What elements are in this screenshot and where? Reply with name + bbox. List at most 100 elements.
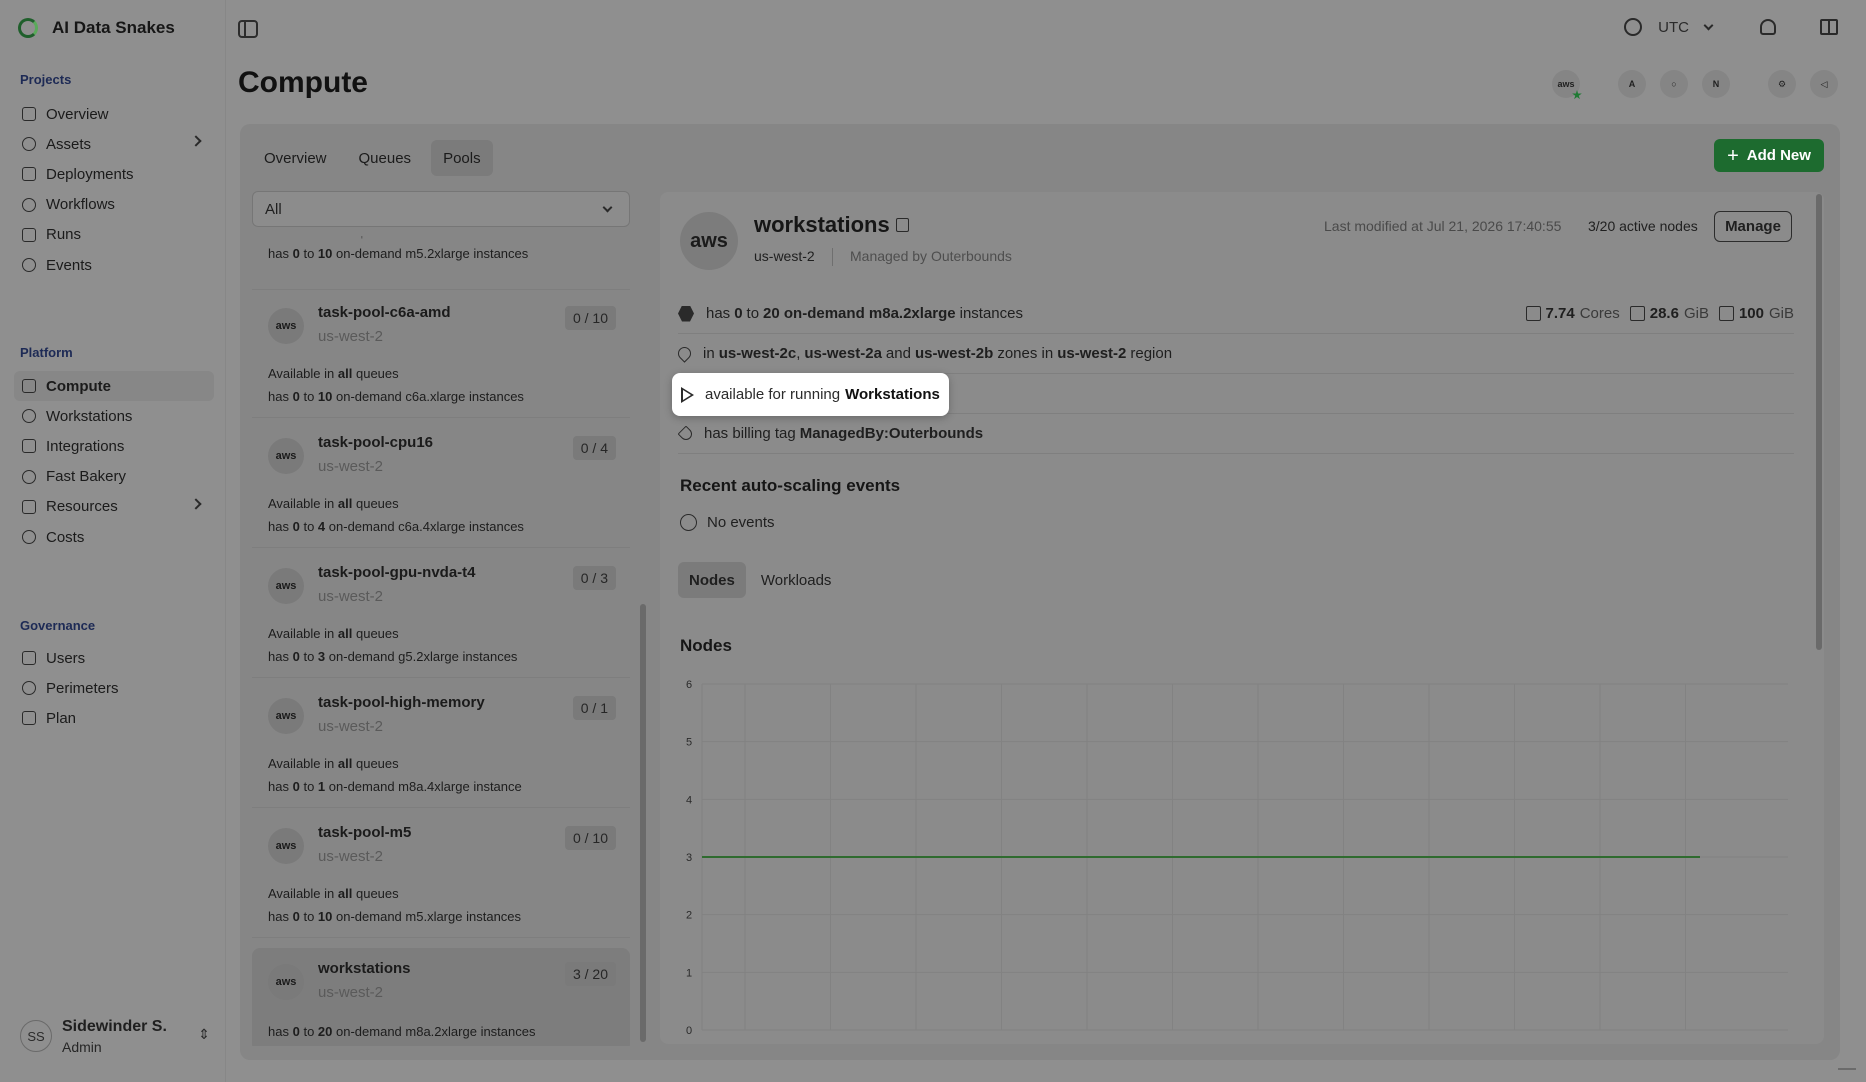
sidebar-item-label: Integrations xyxy=(46,437,125,455)
assets-icon xyxy=(22,137,36,152)
sidebar-item-label: Runs xyxy=(46,226,82,244)
openai-icon[interactable]: ○ xyxy=(1660,70,1688,98)
docs-icon[interactable] xyxy=(1820,19,1838,35)
pool-region: us-west-2 xyxy=(318,848,384,865)
home-icon xyxy=(22,107,36,121)
aws-icon: aws xyxy=(680,212,738,270)
lightning-icon xyxy=(680,514,697,531)
tag-icon xyxy=(677,425,695,442)
sidebar-item-label: Workstations xyxy=(46,407,133,425)
sidebar-item-workflows[interactable]: Workflows xyxy=(20,190,214,220)
pool-card[interactable]: aws task-pool-gpu-nvda-t4 us-west-2 0 / 3 Av… xyxy=(252,552,630,678)
sidebar-item-label: Fast Bakery xyxy=(46,468,127,486)
resize-grip[interactable] xyxy=(1838,1068,1856,1078)
sidebar-item-label: Costs xyxy=(46,528,85,546)
tab-nodes[interactable]: Nodes xyxy=(678,562,746,598)
sidebar-item-costs[interactable]: Costs xyxy=(20,522,214,552)
sidebar-item-overview[interactable]: Overview xyxy=(20,99,214,129)
pool-count-badge: 3 / 20 xyxy=(564,962,616,986)
y-tick-label: 5 xyxy=(686,737,692,749)
instances-row: has 0 to 20 on-demand m8a.2xlarge instan… xyxy=(678,294,1794,334)
pool-region: us-west-2 xyxy=(318,458,384,475)
running-highlight: available for running Workstations xyxy=(672,373,949,416)
nvidia-icon[interactable]: N xyxy=(1702,70,1730,98)
sidebar-item-users[interactable]: Users xyxy=(20,643,214,673)
cpu-icon xyxy=(1525,306,1541,321)
sidebar-item-resources[interactable]: Resources xyxy=(20,492,214,522)
tab-queues[interactable]: Queues xyxy=(347,140,424,176)
memory-spec: 28.6 GiB xyxy=(1629,305,1709,322)
sidebar-item-deployments[interactable]: Deployments xyxy=(20,159,214,189)
logo-icon xyxy=(18,18,38,38)
sidebar-item-integrations[interactable]: Integrations xyxy=(20,431,214,461)
users-icon xyxy=(22,651,36,665)
section-platform: Platform xyxy=(20,345,73,360)
compute-icon xyxy=(22,379,36,393)
pool-count-badge: 0 / 4 xyxy=(572,436,616,460)
chevron-right-icon[interactable] xyxy=(190,135,202,147)
memory-icon xyxy=(1629,306,1645,321)
pool-region: us-west-2 xyxy=(318,588,384,605)
sidebar-item-perimeters[interactable]: Perimeters xyxy=(20,673,214,703)
hexagon-icon xyxy=(678,305,694,322)
sidebar-item-label: Resources xyxy=(46,498,118,516)
sidebar-item-label: Events xyxy=(46,256,92,274)
sidebar-item-events[interactable]: Events xyxy=(20,250,214,280)
sidebar-item-label: Plan xyxy=(46,709,77,727)
sidebar-toggle-icon[interactable] xyxy=(238,20,258,38)
pool-filter-select[interactable]: All xyxy=(252,191,630,227)
tab-pools[interactable]: Pools xyxy=(431,140,493,176)
copy-icon[interactable] xyxy=(896,218,909,232)
chevron-down-icon[interactable] xyxy=(1703,20,1714,30)
play-icon xyxy=(681,386,694,403)
tab-overview[interactable]: Overview xyxy=(252,140,339,176)
aws-icon[interactable]: aws xyxy=(1552,70,1582,100)
brand[interactable]: AI Data Snakes xyxy=(18,18,175,38)
add-new-button[interactable]: + Add New xyxy=(1714,139,1824,172)
bell-icon[interactable] xyxy=(1760,19,1776,35)
integrations-icon xyxy=(22,439,36,454)
settings-icon[interactable]: ⚙ xyxy=(1768,70,1796,98)
sidebar-item-fast-bakery[interactable]: Fast Bakery xyxy=(20,462,214,492)
detail-scrollbar[interactable] xyxy=(1816,194,1822,650)
pool-card[interactable]: aws task-pool-c6a-amd us-west-2 0 / 10 Avail… xyxy=(252,292,630,418)
detail-tabs: Nodes Workloads xyxy=(678,562,842,598)
sidebar-item-plan[interactable]: Plan xyxy=(20,703,214,733)
pool-card[interactable]: aws task-pool-high-memory us-west-2 0 / 1 Av… xyxy=(252,682,630,808)
sidebar-item-label: Workflows xyxy=(46,196,115,214)
pool-card[interactable]: aws workstations us-west-2 3 / 20 has 0 to 2… xyxy=(252,948,630,1046)
pool-instances: has 0 to 10 on-demand m5.2xlarge instanc… xyxy=(268,246,529,261)
events-title: Recent auto-scaling events xyxy=(680,476,901,495)
pool-instances: has 0 to 3 on-demand g5.2xlarge instance… xyxy=(268,649,518,664)
pool-list: Available in all queues has 0 to 10 on-de… xyxy=(252,236,630,1046)
sidebar-item-workstations[interactable]: Workstations xyxy=(20,401,214,431)
gcp-icon[interactable]: ◁ xyxy=(1810,70,1838,98)
pool-availability: Available in all queues xyxy=(268,626,399,641)
user-menu[interactable]: SS Sidewinder S. Admin ⇕ xyxy=(20,1014,214,1058)
sidebar-item-assets[interactable]: Assets xyxy=(20,129,214,159)
anthropic-icon[interactable]: A xyxy=(1618,70,1646,98)
pool-count-badge: 0 / 10 xyxy=(564,826,616,850)
avatar: SS xyxy=(20,1020,52,1052)
timezone-label[interactable]: UTC xyxy=(1658,19,1689,36)
manage-button[interactable]: Manage xyxy=(1714,211,1792,242)
aws-icon: aws xyxy=(268,828,304,864)
aws-icon: aws xyxy=(268,308,304,344)
pool-name: task-pool-gpu-nvda-t4 xyxy=(318,564,476,581)
chevron-updown-icon[interactable]: ⇕ xyxy=(198,1026,210,1043)
pool-availability: Available in all queues xyxy=(268,236,399,239)
pool-name: task-pool-m5 xyxy=(318,824,412,841)
chevron-right-icon[interactable] xyxy=(190,498,202,510)
pool-card[interactable]: aws task-pool-m5 us-west-2 0 / 10 Available … xyxy=(252,812,630,938)
y-tick-label: 1 xyxy=(686,967,692,979)
pool-name: task-pool-cpu16 xyxy=(318,434,434,451)
sidebar-item-runs[interactable]: Runs xyxy=(20,220,214,250)
page-title: Compute xyxy=(238,66,368,99)
pool-card[interactable]: aws task-pool-cpu16 us-west-2 0 / 4 Availabl… xyxy=(252,422,630,548)
pool-list-scrollbar[interactable] xyxy=(640,604,646,1042)
sidebar-item-compute[interactable]: Compute xyxy=(14,371,214,401)
tab-workloads[interactable]: Workloads xyxy=(750,562,843,598)
provider-row: aws A ○ N ⚙ ◁ xyxy=(1552,70,1838,100)
pool-card[interactable]: Available in all queues has 0 to 10 on-de… xyxy=(252,236,630,290)
pool-name: task-pool-c6a-amd xyxy=(318,304,451,321)
